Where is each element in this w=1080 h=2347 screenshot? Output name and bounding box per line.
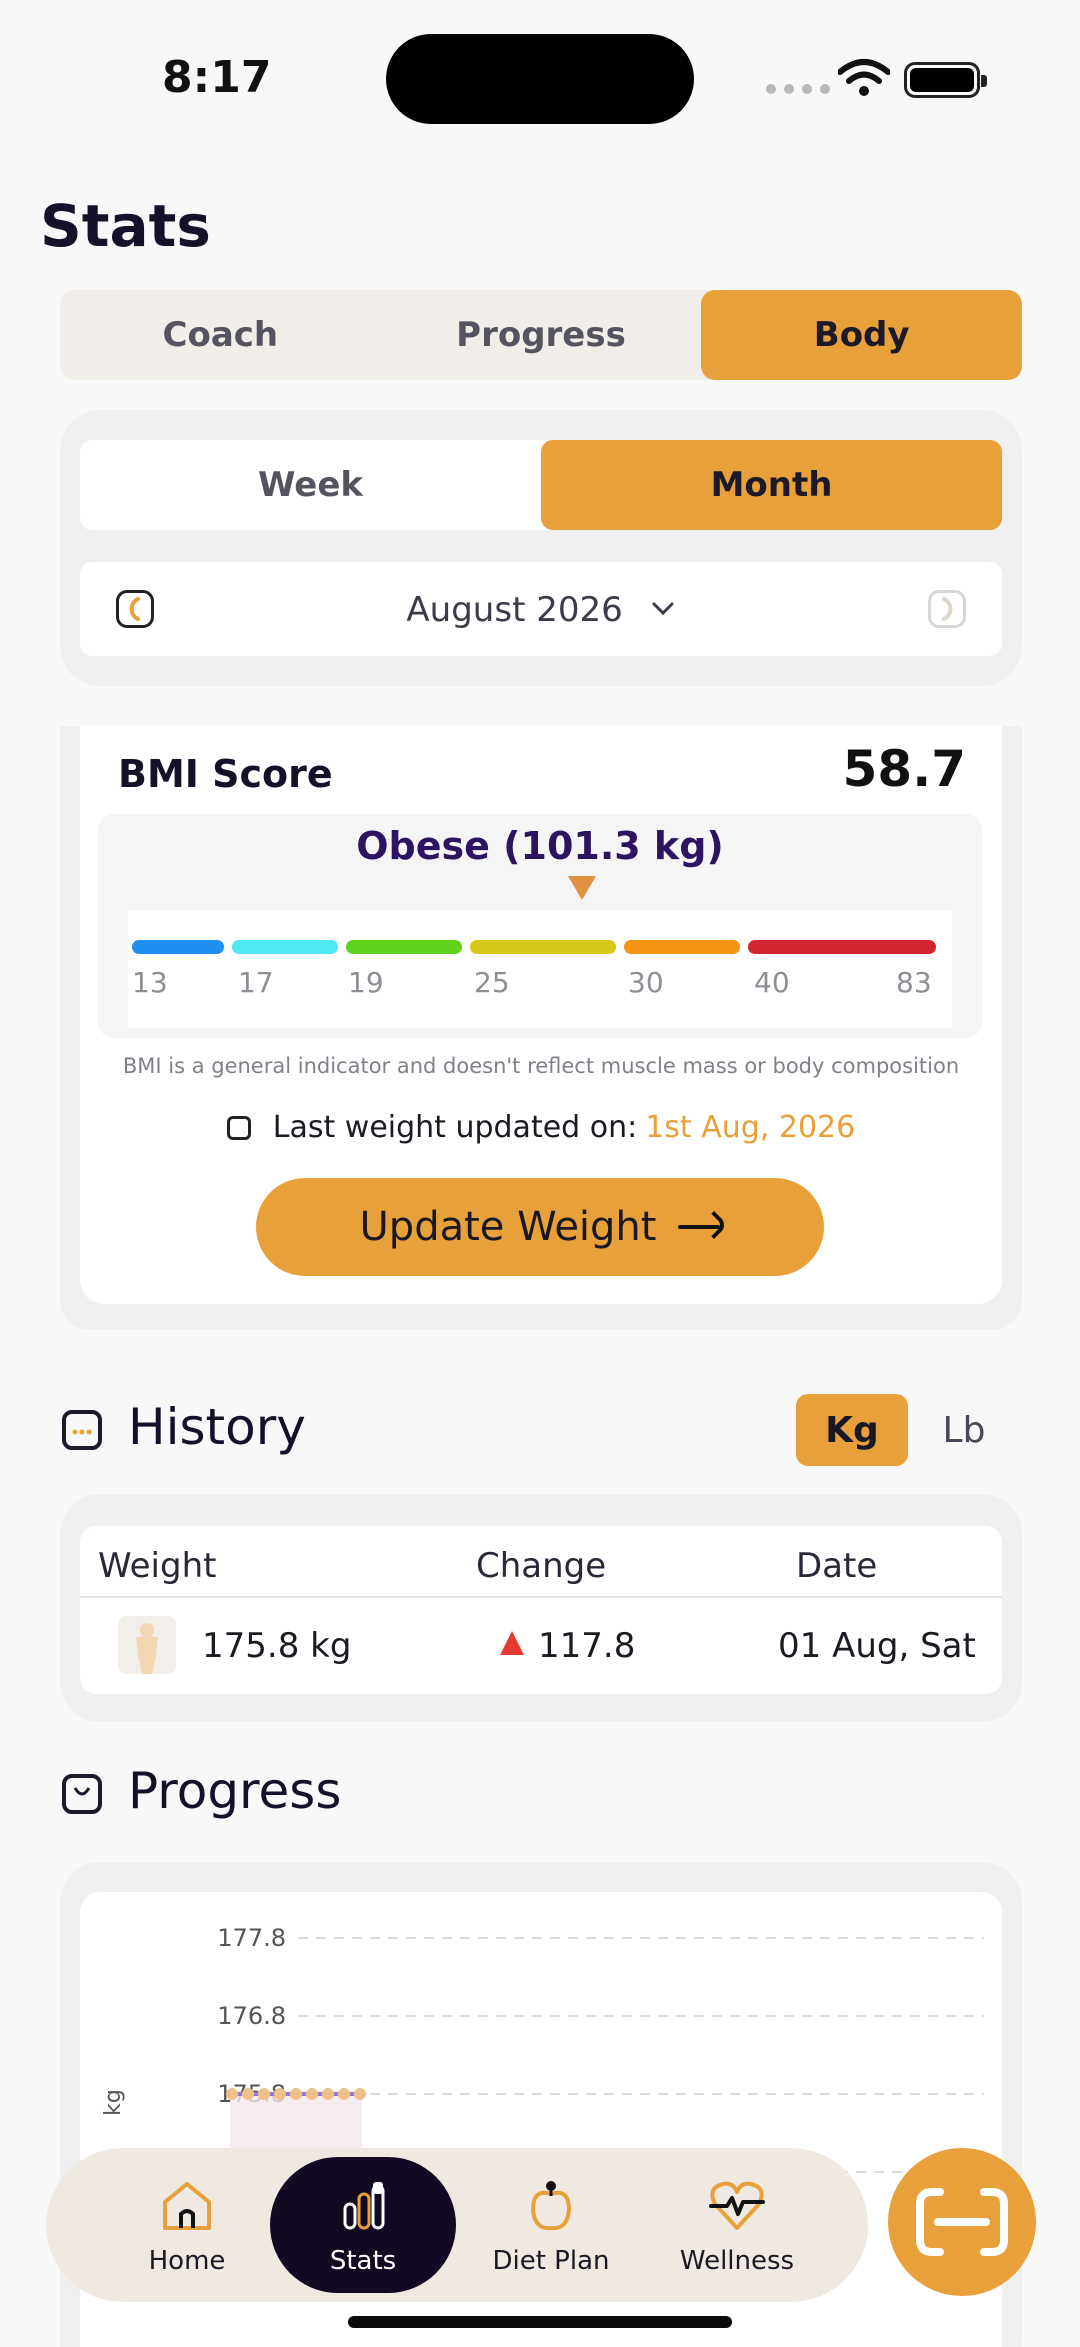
signal-icon xyxy=(766,84,830,94)
tab-month[interactable]: Month xyxy=(541,440,1002,530)
bmi-score: 58.7 xyxy=(842,740,966,798)
nav-stats-label: Stats xyxy=(329,2246,397,2276)
stats-icon xyxy=(343,2182,385,2230)
nav-wellness-label: Wellness xyxy=(679,2246,795,2276)
bmi-marker-icon xyxy=(568,876,596,900)
data-point[interactable] xyxy=(322,2088,334,2100)
tab-progress[interactable]: Progress xyxy=(381,290,702,380)
bmi-tick: 83 xyxy=(896,966,932,999)
battery-icon xyxy=(904,62,987,98)
history-title: History xyxy=(128,1398,306,1456)
row-date: 01 Aug, Sat xyxy=(778,1626,976,1666)
data-point[interactable] xyxy=(226,2088,238,2100)
scan-button[interactable] xyxy=(888,2148,1036,2296)
col-date: Date xyxy=(796,1546,878,1586)
chevron-down-icon xyxy=(652,602,674,616)
bmi-scale: 13 17 19 25 30 40 83 xyxy=(128,910,952,1028)
data-point[interactable] xyxy=(290,2088,302,2100)
row-change: 117.8 xyxy=(500,1626,635,1666)
bmi-segment xyxy=(132,940,224,954)
wifi-icon xyxy=(838,59,890,96)
scan-icon xyxy=(916,2188,1008,2256)
bottom-tab-bar: Home Stats Diet Plan Wellness xyxy=(46,2148,868,2302)
nav-diet-plan[interactable]: Diet Plan xyxy=(458,2148,644,2302)
bmi-tick: 17 xyxy=(238,966,274,999)
arrow-right-icon xyxy=(678,1225,721,1229)
data-point[interactable] xyxy=(242,2088,254,2100)
progress-icon xyxy=(62,1774,102,1814)
month-selector: August 2026 xyxy=(80,562,1002,656)
col-weight: Weight xyxy=(98,1546,217,1586)
last-updated-value: 1st Aug, 2026 xyxy=(645,1110,856,1145)
next-month-button[interactable] xyxy=(928,590,966,628)
bmi-tick: 25 xyxy=(474,966,510,999)
month-dropdown[interactable]: August 2026 xyxy=(80,590,1002,630)
row-weight: 175.8 kg xyxy=(202,1626,352,1666)
data-point[interactable] xyxy=(306,2088,318,2100)
last-updated: Last weight updated on: 1st Aug, 2026 xyxy=(80,1110,1002,1145)
tab-week[interactable]: Week xyxy=(80,440,541,530)
bmi-tick: 40 xyxy=(754,966,790,999)
bmi-tick: 30 xyxy=(628,966,664,999)
apple-icon xyxy=(530,2181,572,2231)
home-indicator xyxy=(348,2316,732,2328)
divider xyxy=(80,1596,1002,1598)
bmi-category: Obese (101.3 kg) xyxy=(356,824,724,868)
bmi-tick: 19 xyxy=(348,966,384,999)
bmi-tick: 13 xyxy=(132,966,168,999)
status-time: 8:17 xyxy=(162,52,272,103)
nav-home-label: Home xyxy=(148,2246,226,2276)
data-point[interactable] xyxy=(258,2088,270,2100)
data-point[interactable] xyxy=(274,2088,286,2100)
tab-coach[interactable]: Coach xyxy=(60,290,381,380)
bmi-title: BMI Score xyxy=(118,752,333,796)
chevron-right-icon xyxy=(942,597,953,621)
data-point[interactable] xyxy=(354,2088,366,2100)
progress-title: Progress xyxy=(128,1762,342,1820)
bmi-segment xyxy=(624,940,740,954)
page-title: Stats xyxy=(40,192,211,260)
update-weight-label: Update Weight xyxy=(359,1204,657,1250)
body-avatar xyxy=(118,1616,176,1674)
bmi-segment xyxy=(232,940,338,954)
data-point[interactable] xyxy=(338,2088,350,2100)
nav-wellness[interactable]: Wellness xyxy=(644,2148,830,2302)
bmi-note: BMI is a general indicator and doesn't r… xyxy=(122,1054,960,1078)
main-tabs: Coach Progress Body xyxy=(60,290,1023,380)
nav-diet-label: Diet Plan xyxy=(492,2246,610,2276)
calendar-icon xyxy=(226,1115,251,1140)
bmi-segment xyxy=(748,940,936,954)
update-weight-button[interactable]: Update Weight xyxy=(256,1178,824,1276)
area-fill xyxy=(230,2094,362,2154)
arrow-up-icon xyxy=(500,1631,524,1655)
bmi-segment xyxy=(470,940,616,954)
dynamic-island xyxy=(386,34,694,124)
bmi-segment xyxy=(346,940,462,954)
unit-toggle: Kg Lb xyxy=(796,1394,1020,1466)
unit-kg[interactable]: Kg xyxy=(796,1394,908,1466)
history-table: Weight Change Date 175.8 kg 117.8 01 Aug… xyxy=(80,1526,1002,1694)
month-label: August 2026 xyxy=(406,590,623,630)
col-change: Change xyxy=(476,1546,607,1586)
home-icon xyxy=(163,2182,211,2230)
history-calendar-icon xyxy=(62,1410,102,1450)
tab-body[interactable]: Body xyxy=(701,290,1023,380)
last-updated-label: Last weight updated on: xyxy=(272,1110,638,1145)
unit-lb[interactable]: Lb xyxy=(908,1394,1020,1466)
heart-pulse-icon xyxy=(709,2181,765,2230)
nav-stats[interactable]: Stats xyxy=(270,2157,456,2293)
bmi-scale-panel: Obese (101.3 kg) 13 17 19 25 30 40 83 xyxy=(98,814,982,1038)
period-tabs: Week Month xyxy=(80,440,1002,530)
nav-home[interactable]: Home xyxy=(94,2148,280,2302)
row-change-value: 117.8 xyxy=(538,1626,636,1666)
